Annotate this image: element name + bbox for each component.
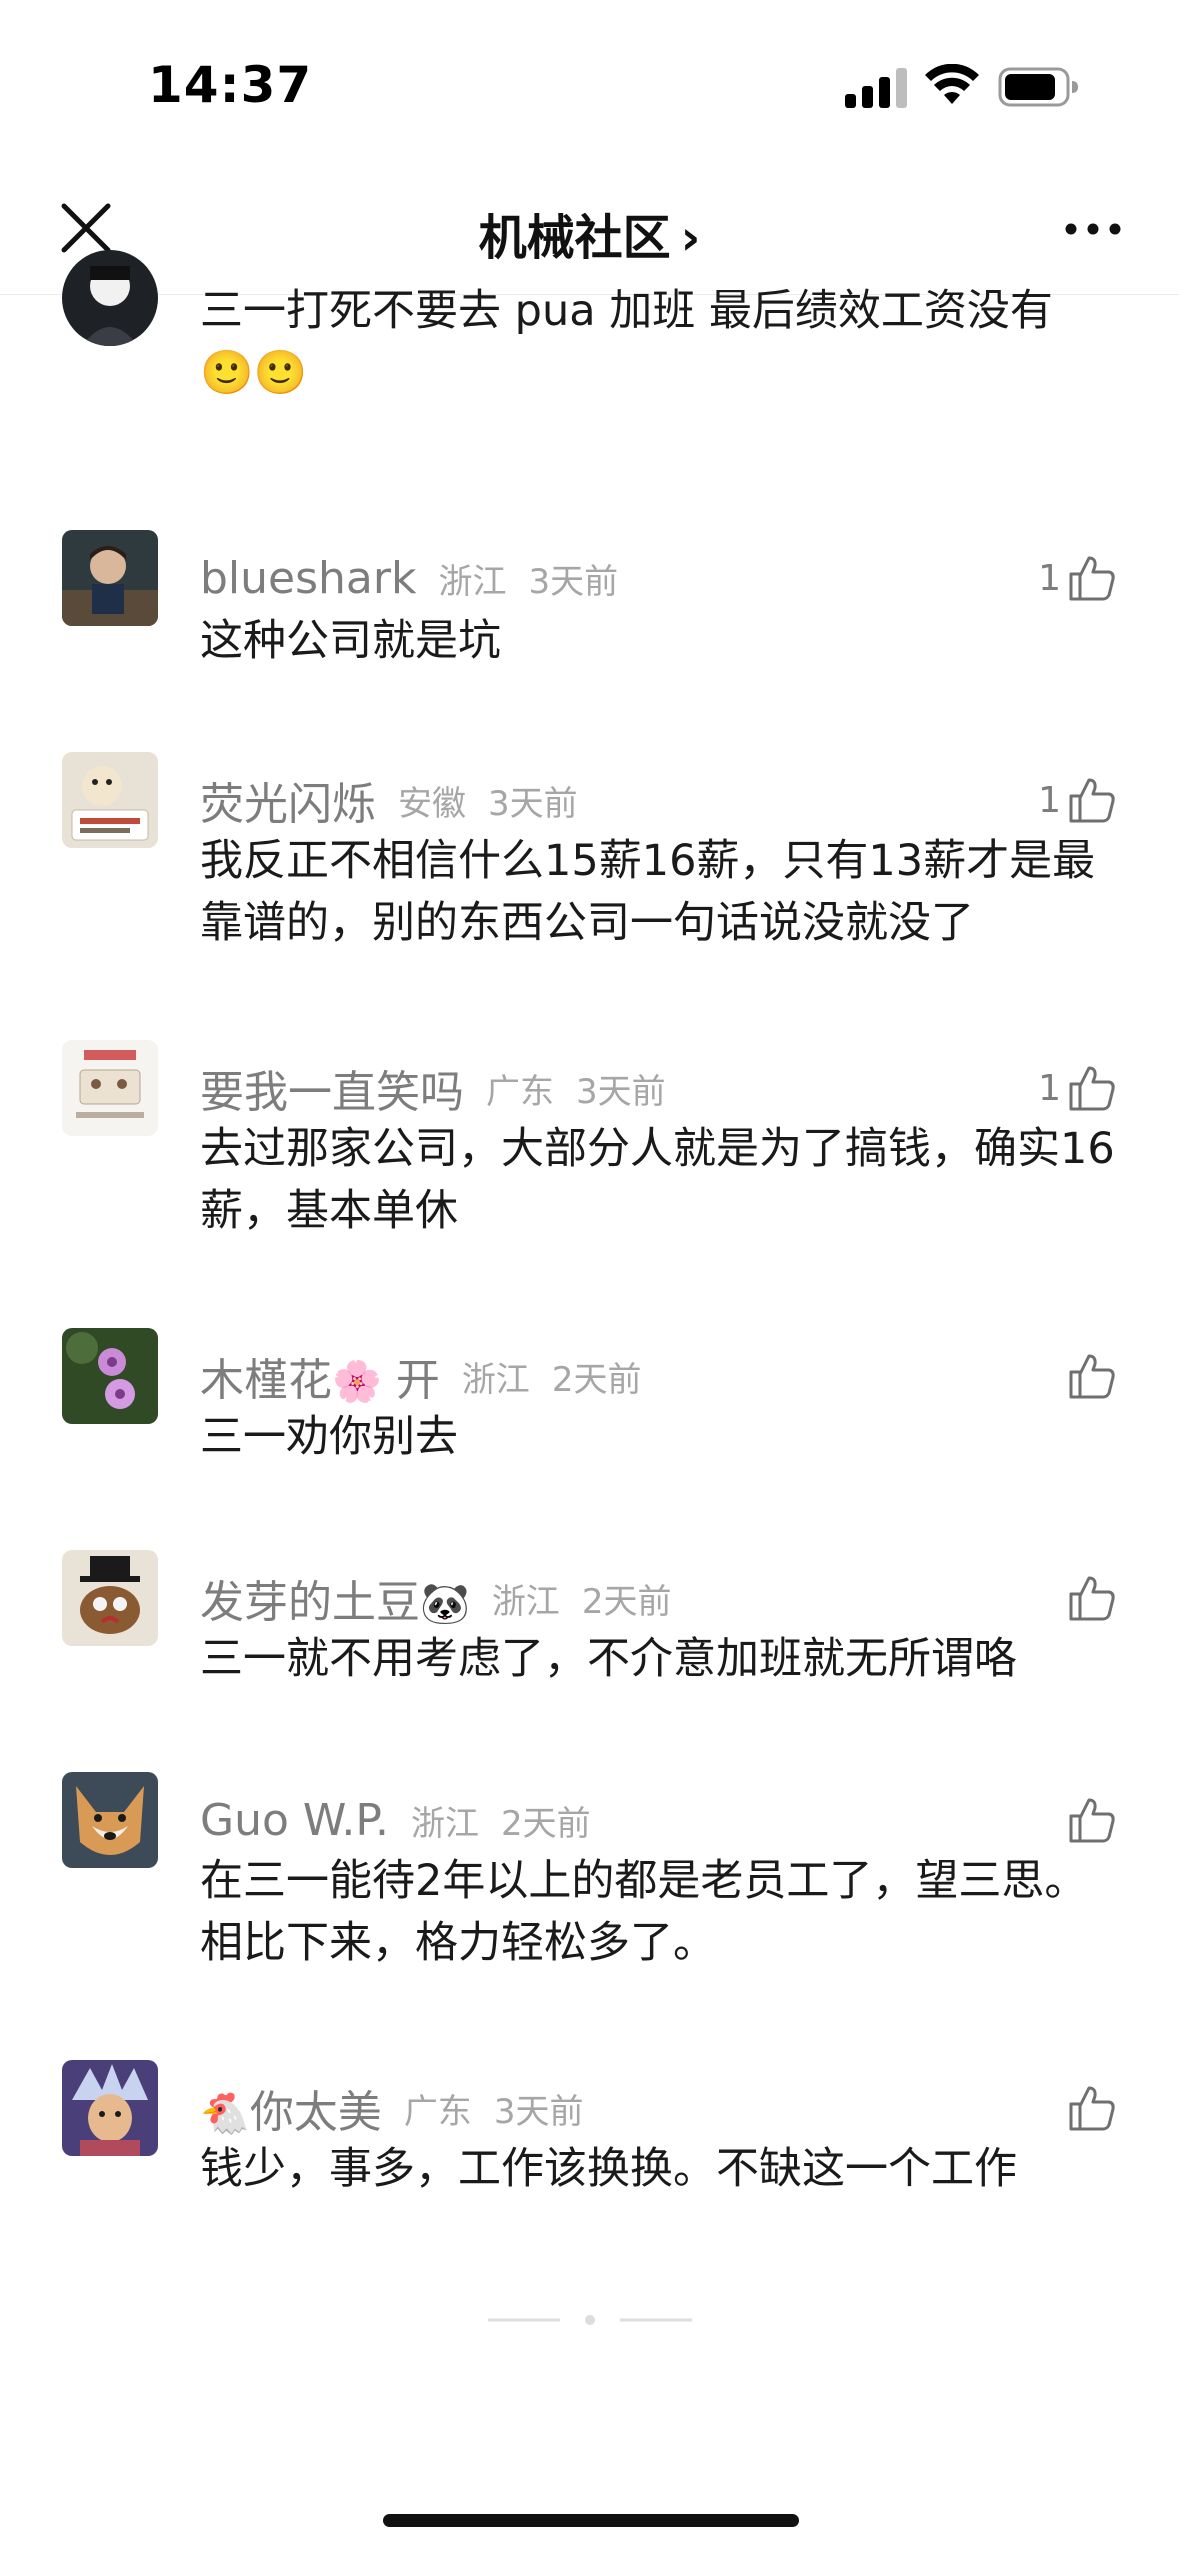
time-ago: 2天前 <box>551 1359 642 1400</box>
time-ago: 3天前 <box>576 1071 666 1112</box>
username[interactable]: blueshark <box>200 553 416 604</box>
location: 浙江 <box>411 1803 479 1844</box>
time-ago: 3天前 <box>493 2091 584 2132</box>
username[interactable]: 木槿花🌸 开 <box>200 1344 440 1408</box>
location: 浙江 <box>491 1581 560 1622</box>
time-ago: 2天前 <box>501 1803 591 1844</box>
like-count: 1 <box>1038 1067 1061 1109</box>
like-button[interactable] <box>1061 1568 1117 1628</box>
avatar[interactable] <box>62 250 158 346</box>
like-count: 1 <box>1038 557 1061 599</box>
username[interactable]: 要我一直笑吗 <box>200 1056 464 1120</box>
like-button[interactable] <box>1061 2078 1117 2138</box>
comment-meta: 荧光闪烁 安徽 3天前 <box>200 772 578 830</box>
status-bar: 14:37 <box>0 0 1179 170</box>
avatar[interactable] <box>62 1040 158 1136</box>
page-title[interactable]: 机械社区 › <box>0 198 1179 268</box>
chevron-right-icon: › <box>680 210 701 266</box>
home-indicator[interactable] <box>383 2514 799 2527</box>
thumbs-up-icon <box>1069 556 1115 601</box>
thumbs-up-icon <box>1069 778 1115 823</box>
panda-emoji: 🐼 <box>420 1581 470 1627</box>
comment-text: 去过那家公司，大部分人就是为了搞钱，确实16薪，基本单休 <box>200 1124 1115 1236</box>
time-ago: 2天前 <box>581 1581 672 1622</box>
like-button[interactable]: 1 <box>1038 770 1117 830</box>
more-dots-icon[interactable] <box>1063 214 1123 244</box>
comment-text: 我反正不相信什么15薪16薪，只有13薪才是最靠谱的，别的东西公司一句话说没就没… <box>200 836 1096 948</box>
username[interactable]: 🐔你太美 <box>200 2076 382 2140</box>
status-time: 14:37 <box>148 56 313 114</box>
comment-meta: blueshark 浙江 3天前 <box>200 550 618 606</box>
comment-meta: 🐔你太美 广东 3天前 <box>200 2080 584 2138</box>
avatar[interactable] <box>62 1550 158 1646</box>
location: 浙江 <box>461 1359 530 1400</box>
avatar[interactable] <box>62 752 158 848</box>
thumbs-up-icon <box>1069 1576 1115 1621</box>
comment-meta: Guo W.P. 浙江 2天前 <box>200 1792 591 1848</box>
comment-text: 三一劝你别去 <box>200 1412 458 1462</box>
thumbs-up-icon <box>1069 1798 1115 1843</box>
thumbs-up-icon <box>1069 1354 1115 1399</box>
like-button[interactable]: 1 <box>1038 1058 1117 1118</box>
like-button[interactable]: 1 <box>1038 548 1117 608</box>
time-ago: 3天前 <box>488 783 578 824</box>
emoji-row: 🙂🙂 <box>200 348 308 398</box>
cellular-signal-icon <box>845 68 907 108</box>
flower-emoji: 🌸 <box>332 1359 382 1405</box>
end-of-list-indicator <box>488 2315 692 2325</box>
thumbs-up-icon <box>1069 2086 1115 2131</box>
comment-text: 三一打死不要去 pua 加班 最后绩效工资没有 🙂🙂 <box>200 280 1120 404</box>
comment-meta: 要我一直笑吗 广东 3天前 <box>200 1060 666 1118</box>
avatar[interactable] <box>62 1772 158 1868</box>
location: 浙江 <box>438 561 507 602</box>
location: 广东 <box>403 2091 472 2132</box>
comment-meta: 木槿花🌸 开 浙江 2天前 <box>200 1348 642 1406</box>
page-title-text: 机械社区 <box>478 210 671 266</box>
username[interactable]: 发芽的土豆🐼 <box>200 1566 470 1630</box>
like-button[interactable] <box>1061 1790 1117 1850</box>
like-button[interactable] <box>1061 1346 1117 1406</box>
comment-text: 钱少，事多，工作该换换。不缺这一个工作 <box>200 2144 1017 2194</box>
comment-meta: 发芽的土豆🐼 浙江 2天前 <box>200 1570 672 1628</box>
thumbs-up-icon <box>1069 1066 1115 1111</box>
comment-text: 这种公司就是坑 <box>200 616 501 666</box>
like-count: 1 <box>1038 779 1061 821</box>
chicken-emoji: 🐔 <box>200 2091 250 2137</box>
time-ago: 3天前 <box>528 561 619 602</box>
comment-text: 在三一能待2年以上的都是老员工了，望三思。相比下来，格力轻松多了。 <box>200 1856 1088 1968</box>
avatar[interactable] <box>62 530 158 626</box>
nav-bar: 机械社区 › <box>0 170 1179 295</box>
battery-icon <box>998 67 1078 107</box>
location: 安徽 <box>398 783 466 824</box>
avatar[interactable] <box>62 1328 158 1424</box>
wifi-icon <box>925 64 979 104</box>
comment-list: 三一打死不要去 pua 加班 最后绩效工资没有 🙂🙂 blueshark 浙江 … <box>0 250 1179 2494</box>
location: 广东 <box>486 1071 554 1112</box>
username[interactable]: Guo W.P. <box>200 1795 389 1846</box>
avatar[interactable] <box>62 2060 158 2156</box>
username[interactable]: 荧光闪烁 <box>200 768 376 832</box>
comment-text: 三一就不用考虑了，不介意加班就无所谓咯 <box>200 1634 1017 1684</box>
